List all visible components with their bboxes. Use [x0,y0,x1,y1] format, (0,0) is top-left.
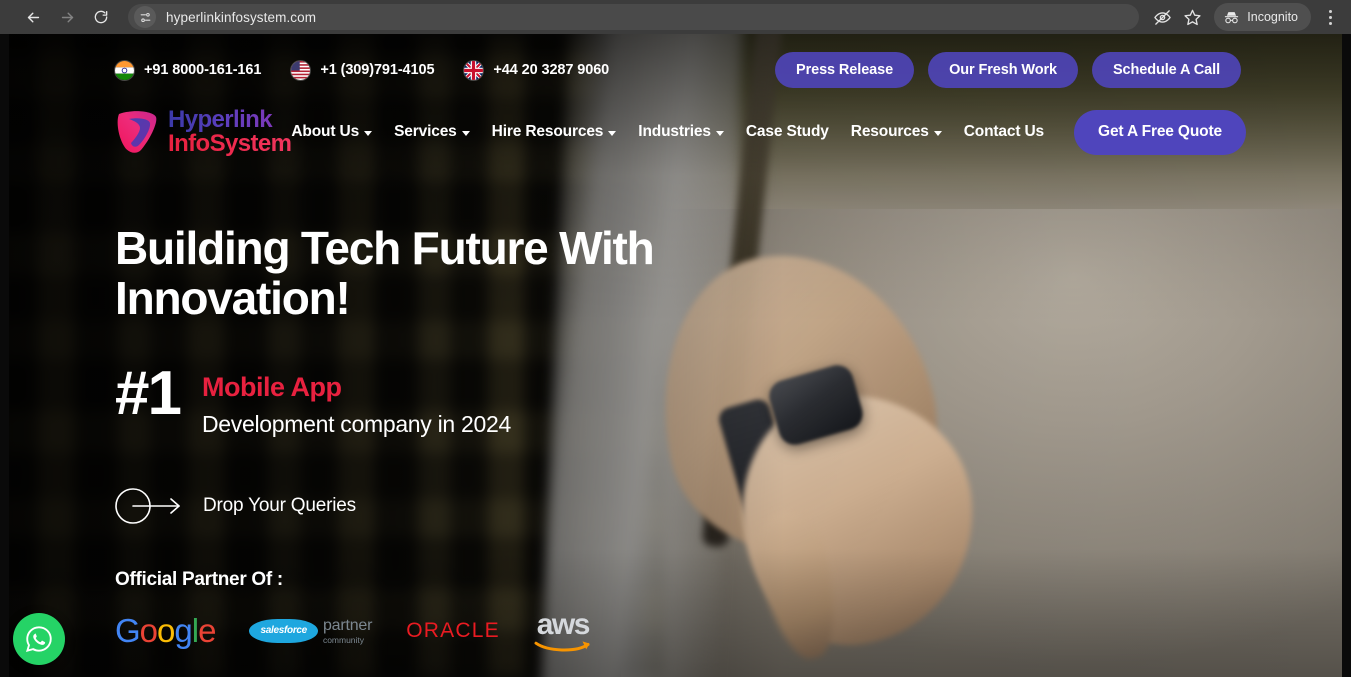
drop-your-queries-label: Drop Your Queries [203,495,356,517]
chevron-down-icon [461,130,470,136]
address-bar[interactable]: hyperlinkinfosystem.com [128,4,1140,30]
oracle-partner-logo: ORACLE [406,609,500,653]
browser-actions: Incognito [1148,3,1343,31]
hero-rank-highlight: Mobile App [201,372,342,403]
hero-heading: Building Tech Future With Innovation! [115,222,655,324]
url-text: hyperlinkinfosystem.com [166,9,317,25]
back-arrow-icon [27,12,39,22]
nav-item-hire-resources[interactable]: Hire Resources [492,123,617,141]
get-a-free-quote-button[interactable]: Get A Free Quote [1074,109,1246,155]
google-partner-logo: Google [115,609,216,653]
nav-label: Case Study [745,123,829,140]
nav-label: About Us [291,123,360,140]
hero-rank-block: #1 Mobile App Development company in 202… [115,359,835,440]
site-content: +91 8000-161-161 +1 (309)791-4105 +44 20… [0,34,1351,677]
browser-reload-button[interactable] [86,2,116,32]
nav-label: Contact Us [963,123,1045,140]
chevron-down-icon [608,130,617,136]
incognito-hat-icon [1225,11,1239,23]
aws-smile-arrow-icon [534,640,590,651]
reload-icon [94,10,108,24]
hyperlink-logo-mark-icon [115,108,159,156]
site-logo[interactable]: Hyperlink InfoSystem [115,107,292,157]
schedule-a-call-button[interactable]: Schedule A Call [1091,52,1241,88]
nav-item-industries[interactable]: Industries [638,123,724,141]
whatsapp-icon [26,626,52,652]
contact-uk-number: +44 20 3287 9060 [493,62,610,78]
drop-your-queries-link[interactable]: Drop Your Queries [115,488,835,524]
page-left-edge [0,34,9,677]
nav-label: Resources [850,123,929,140]
aws-logo-icon: aws [534,607,592,652]
profile-incognito-button[interactable]: Incognito [1214,3,1311,31]
nav-label: Services [394,123,457,140]
top-contact-bar: +91 8000-161-161 +1 (309)791-4105 +44 20… [0,50,1351,90]
nav-item-services[interactable]: Services [394,123,470,141]
page-right-edge [1342,34,1351,677]
forward-arrow-icon [61,12,73,22]
nav-item-about-us[interactable]: About Us [291,123,373,141]
salesforce-cloud-text: salesforce [249,619,318,643]
topbar-cta-group: Press Release Our Fresh Work Schedule A … [775,52,1241,88]
kebab-dot [1328,21,1332,25]
oracle-logo-icon: ORACLE [406,619,500,642]
primary-navigation: About Us Services Hire Resources Industr… [291,109,1246,155]
flag-uk-icon [464,60,484,80]
hero-rank-text: Mobile App Development company in 2024 [202,365,511,440]
hero-section: Building Tech Future With Innovation! #1… [115,222,835,524]
nav-label: Hire Resources [491,123,604,140]
official-partner-title: Official Partner Of : [115,569,283,590]
press-release-button[interactable]: Press Release [775,52,915,88]
browser-back-button[interactable] [18,2,48,32]
contact-number-list: +91 8000-161-161 +1 (309)791-4105 +44 20… [115,60,610,80]
kebab-dot [1328,15,1332,19]
google-logo-icon: Google [115,612,216,649]
browser-forward-button[interactable] [52,2,82,32]
chevron-down-icon [715,130,724,136]
flag-usa-icon [291,60,311,80]
partner-logo-row: Google salesforce partner community ORAC… [115,607,735,655]
our-fresh-work-button[interactable]: Our Fresh Work [928,52,1078,88]
logo-hyperlink-text: Hyperlink [168,107,291,132]
page-settings-icon [140,12,150,22]
tracking-protection-button[interactable] [1148,3,1176,31]
salesforce-partner-word: partner [322,616,373,634]
contact-usa[interactable]: +1 (309)791-4105 [291,60,435,80]
chevron-down-icon [933,130,942,136]
salesforce-partner-logo: salesforce partner community [249,609,372,653]
bookmark-button[interactable] [1178,3,1206,31]
main-navbar: Hyperlink InfoSystem About Us Services H… [0,94,1351,170]
contact-uk[interactable]: +44 20 3287 9060 [464,60,610,80]
nav-item-contact-us[interactable]: Contact Us [964,123,1044,141]
contact-usa-number: +1 (309)791-4105 [320,62,435,78]
hero-rank-number: #1 [115,359,182,429]
salesforce-partner-text-block: partner community [322,616,373,645]
kebab-dot [1328,9,1332,13]
browser-menu-button[interactable] [1317,3,1343,31]
logo-wordmark: Hyperlink InfoSystem [168,107,292,157]
profile-label: Incognito [1247,10,1298,24]
salesforce-community-word: community [322,634,365,645]
flag-india-icon [115,60,134,80]
site-info-button[interactable] [134,6,156,28]
official-partners-section: Official Partner Of : Google salesforce … [115,569,735,655]
nav-item-resources[interactable]: Resources [851,123,942,141]
star-icon [1184,9,1201,25]
circle-arrow-right-icon [115,488,185,524]
aws-partner-logo: aws [534,609,592,653]
nav-label: Industries [638,123,711,140]
page-viewport: +91 8000-161-161 +1 (309)791-4105 +44 20… [0,34,1351,677]
hero-rank-subtitle: Development company in 2024 [201,411,511,438]
salesforce-partner-community-icon: salesforce partner community [249,616,373,645]
contact-india-number: +91 8000-161-161 [144,62,262,78]
contact-india[interactable]: +91 8000-161-161 [115,60,262,80]
chevron-down-icon [364,130,373,136]
browser-toolbar: hyperlinkinfosystem.com Incognito [0,0,1351,34]
logo-infosystem-text: InfoSystem [168,130,292,157]
aws-wordmark-text: aws [536,607,591,641]
eye-off-icon [1153,9,1171,25]
nav-item-case-study[interactable]: Case Study [746,123,829,141]
whatsapp-chat-button[interactable] [13,613,65,665]
